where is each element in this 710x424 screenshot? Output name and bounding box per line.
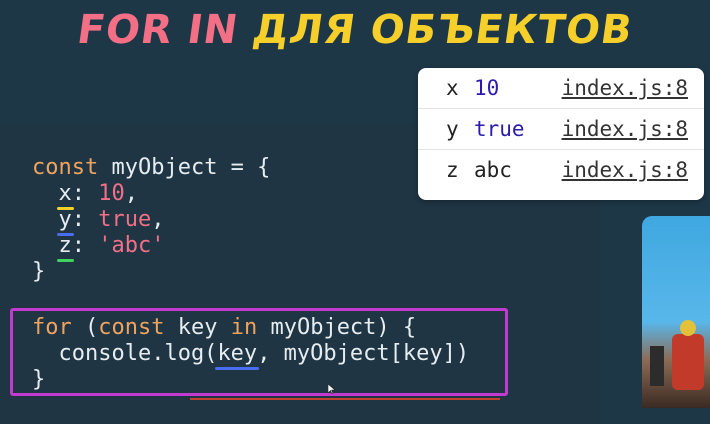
title-part-1: FOR IN [74, 7, 242, 53]
console-output-panel: x 10 index.js:8 y true index.js:8 z abc … [418, 68, 704, 200]
loop-line-3: } [32, 367, 46, 392]
console-source-link[interactable]: index.js:8 [562, 109, 688, 149]
property-z: z [58, 233, 72, 258]
loop-line-2: console.log(key, myObject[key]) [32, 341, 470, 366]
console-row: z abc index.js:8 [418, 150, 704, 190]
console-key: z [446, 158, 459, 182]
progress-underline [190, 398, 500, 400]
code-line-1: const myObject = { [32, 155, 271, 180]
title-part-2: ДЛЯ ОБЪЕКТОВ [249, 7, 636, 53]
background-object [680, 320, 696, 336]
console-source-link[interactable]: index.js:8 [562, 150, 688, 190]
loop-key-var: key [217, 341, 258, 366]
mouse-cursor-icon [328, 384, 336, 394]
code-line-3: y: true, [58, 207, 165, 232]
property-x: x [58, 181, 72, 206]
console-value: 10 [474, 76, 500, 100]
loop-line-1: for (const key in myObject) { [32, 315, 417, 340]
code-line-2: x: 10, [58, 181, 139, 206]
console-row: x 10 index.js:8 [418, 68, 704, 109]
console-value: true [474, 117, 525, 141]
console-value: abc [474, 158, 512, 182]
background-object [672, 334, 704, 390]
code-line-5: } [32, 259, 46, 284]
console-source-link[interactable]: index.js:8 [562, 68, 688, 108]
console-key: x [446, 76, 459, 100]
page-title: FOR IN ДЛЯ ОБЪЕКТОВ [0, 4, 710, 56]
property-y: y [58, 207, 72, 232]
background-object [650, 346, 664, 386]
code-line-4: z: 'abc' [58, 233, 165, 258]
console-key: y [446, 117, 459, 141]
webcam-overlay [642, 216, 710, 408]
console-row: y true index.js:8 [418, 109, 704, 150]
